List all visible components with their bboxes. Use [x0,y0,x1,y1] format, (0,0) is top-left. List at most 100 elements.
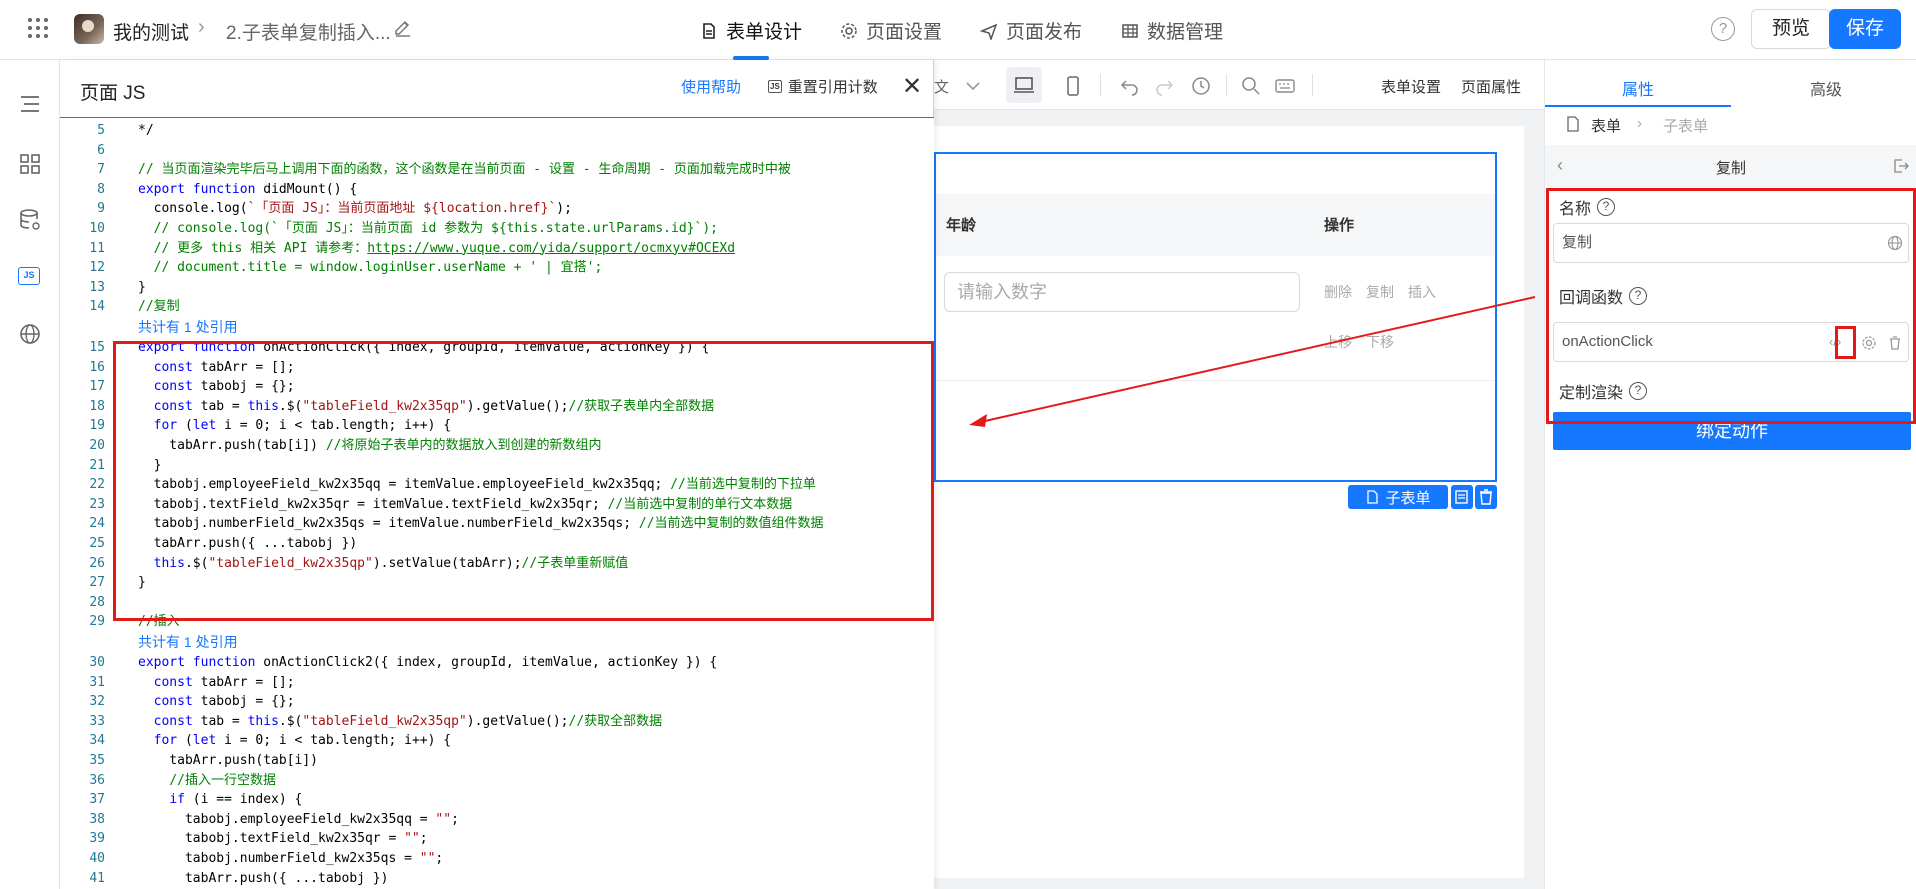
tab-label: 数据管理 [1147,22,1224,43]
keyboard-icon[interactable] [1274,75,1296,97]
breadcrumb-subtable: 子表单 [1663,118,1709,135]
components-icon[interactable] [18,152,42,176]
save-button[interactable]: 保存 [1829,9,1901,49]
number-input[interactable]: 请输入数字 [944,272,1300,312]
gear-icon[interactable] [1861,335,1877,351]
code-text: } [138,457,162,473]
code-line: 38 tabobj.employeeField_kw2x35qq = ""; [60,810,934,830]
avatar[interactable] [74,14,104,44]
move-up-link[interactable]: 上移 [1324,332,1352,352]
delete-link[interactable]: 删除 [1324,282,1352,302]
globe-icon[interactable] [1887,235,1903,251]
language-char[interactable]: 文 [934,76,949,97]
help-link[interactable]: 使用帮助 [681,76,741,97]
reset-refcount-button[interactable]: JS 重置引用计数 [768,76,878,97]
redo-icon[interactable] [1154,75,1176,97]
delete-component-icon[interactable] [1475,485,1497,509]
line-number: 14 [89,299,105,315]
bind-action-button[interactable]: 绑定动作 [1553,412,1911,450]
code-text: export function didMount() { [138,181,358,197]
page-name[interactable]: 2.子表单复制插入... [226,18,391,45]
edit-icon[interactable] [393,18,413,38]
line-number: 7 [97,162,105,178]
preview-button[interactable]: 预览 [1751,9,1831,49]
code-line: 34 for (let i = 0; i < tab.length; i++) … [60,731,934,751]
line-number: 8 [97,181,105,197]
code-line: 17 const tabobj = {}; [60,377,934,397]
code-text: tabobj.textField_kw2x35qr = ""; [138,831,428,847]
globe-icon[interactable] [18,322,42,346]
tab-label: 表单设计 [726,22,803,43]
callback-input[interactable]: onActionClick [1553,322,1909,362]
canvas-toolbar: 文 表单设置 页面属性 [934,60,1544,110]
chevron-down-icon[interactable] [962,75,984,97]
line-number: 16 [89,359,105,375]
page-js-icon[interactable]: JS [18,264,42,288]
undo-icon[interactable] [1118,75,1140,97]
tab-data-management[interactable]: 数据管理 [1121,17,1223,44]
reference-count-note[interactable]: 共计有 1 处引用 [138,632,238,652]
help-icon[interactable]: ? [1629,382,1648,400]
code-icon[interactable]: ‹/› [1829,334,1841,349]
app-name[interactable]: 我的测试 [113,18,189,45]
code-text: */ [138,123,154,138]
tab-page-settings[interactable]: 页面设置 [840,17,942,44]
code-text: } [138,575,146,591]
help-icon[interactable]: ? [1629,287,1648,305]
line-number: 22 [89,477,105,493]
code-line: 25 tabArr.push({ ...tabobj }) [60,534,934,554]
code-line: 39 tabobj.textField_kw2x35qr = ""; [60,829,934,849]
app-grid-icon[interactable] [28,18,48,38]
tab-properties[interactable]: 属性 [1622,76,1654,100]
tab-label: 页面发布 [1006,22,1083,43]
tab-form-design[interactable]: 表单设计 [700,17,802,44]
tab-advanced[interactable]: 高级 [1810,76,1842,100]
line-number: 21 [89,457,105,473]
move-down-link[interactable]: 下移 [1366,332,1394,352]
insert-link[interactable]: 插入 [1408,282,1436,302]
line-number: 20 [89,438,105,453]
code-editor[interactable]: 5 */ 6 7 // 当页面渲染完毕后马上调用下面的函数，这个函数是在当前页面 - 设… [60,118,934,889]
code-text: //插入一行空数据 [169,772,276,788]
callback-label: 回调函数? [1559,284,1648,308]
page-props-button[interactable]: 页面属性 [1461,76,1521,97]
code-line: 29 //插入 [60,612,934,632]
line-number: 35 [89,753,105,768]
js-label: JS [18,267,40,285]
code-text: const tabArr = []; [153,674,295,690]
tab-label: 页面设置 [866,22,943,43]
name-input[interactable]: 复制 [1553,223,1909,263]
code-line: 41 tabArr.push({ ...tabobj }) [60,869,934,889]
datasource-icon[interactable] [18,208,42,232]
desktop-view-button[interactable] [1006,67,1042,103]
exit-icon[interactable] [1893,158,1909,174]
history-icon[interactable] [1190,75,1212,97]
line-number: 41 [89,870,105,886]
callback-label-text: 回调函数 [1559,290,1624,307]
outline-icon[interactable] [18,92,42,116]
code-text: tabobj.textField_kw2x35qr = itemValue.te… [138,496,793,512]
mobile-icon[interactable] [1062,75,1084,97]
line-number: 9 [97,201,105,217]
reference-count-note[interactable]: 共计有 1 处引用 [138,317,238,337]
help-icon[interactable]: ? [1711,17,1735,41]
code-line: 11 // 更多 this 相关 API 请参考：https://www.yuq… [60,239,934,259]
code-line: 14 //复制 [60,297,934,317]
copy-component-icon[interactable] [1451,485,1473,509]
search-icon[interactable] [1240,75,1262,97]
subtable-badge[interactable]: 子表单 [1348,485,1448,509]
table-icon [1122,23,1138,38]
code-text: tabobj.employeeField_kw2x35qq = itemValu… [138,477,816,493]
code-text: tabArr.push(tab[i]) [138,753,319,768]
trash-icon[interactable] [1887,335,1903,351]
breadcrumb-form[interactable]: 表单 [1591,115,1621,136]
subtable[interactable]: 年龄 操作 请输入数字 删除 复制 插入 上移 下移 [934,152,1497,482]
close-icon[interactable]: ✕ [902,72,922,101]
line-number: 25 [89,536,105,551]
help-icon[interactable]: ? [1597,198,1616,216]
line-number: 23 [89,496,105,512]
copy-link[interactable]: 复制 [1366,282,1394,302]
tab-page-publish[interactable]: 页面发布 [980,17,1082,44]
form-settings-button[interactable]: 表单设置 [1381,76,1441,97]
code-line: 31 const tabArr = []; [60,673,934,693]
